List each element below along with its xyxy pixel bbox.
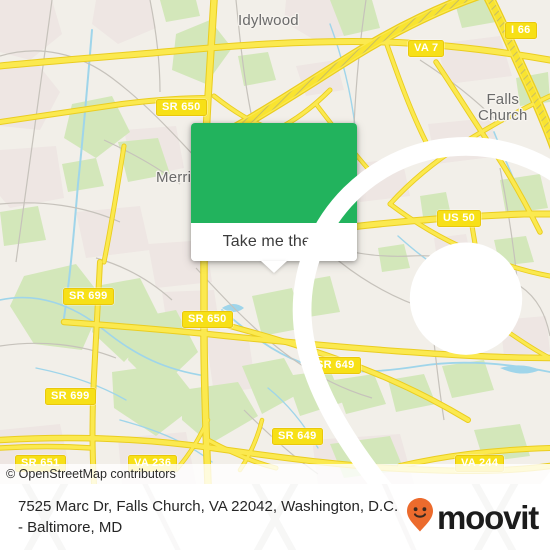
location-callout-card[interactable]: Take me there bbox=[191, 123, 550, 484]
moovit-wordmark: moovit bbox=[437, 498, 539, 536]
route-shield-sr-699: SR 699 bbox=[45, 388, 96, 405]
route-shield-va-7: VA 7 bbox=[408, 40, 445, 57]
map-canvas[interactable]: Idylwood Falls Church Merri VA 7 I 66 SR… bbox=[0, 0, 550, 484]
route-shield-sr-650: SR 650 bbox=[156, 99, 207, 116]
route-shield-sr-699: SR 699 bbox=[63, 288, 114, 305]
footer-content: 7525 Marc Dr, Falls Church, VA 22042, Wa… bbox=[0, 484, 550, 550]
moovit-logo[interactable]: moovit bbox=[406, 497, 539, 538]
footer-bar: 7525 Marc Dr, Falls Church, VA 22042, Wa… bbox=[0, 484, 550, 550]
callout-header bbox=[191, 123, 550, 484]
route-shield-i-66: I 66 bbox=[505, 22, 537, 39]
moovit-smiley-pin-icon bbox=[406, 497, 434, 538]
callout-pointer-tail bbox=[261, 261, 287, 273]
address-text: 7525 Marc Dr, Falls Church, VA 22042, Wa… bbox=[18, 498, 399, 536]
moovit-map-screenshot: Idylwood Falls Church Merri VA 7 I 66 SR… bbox=[0, 0, 550, 550]
